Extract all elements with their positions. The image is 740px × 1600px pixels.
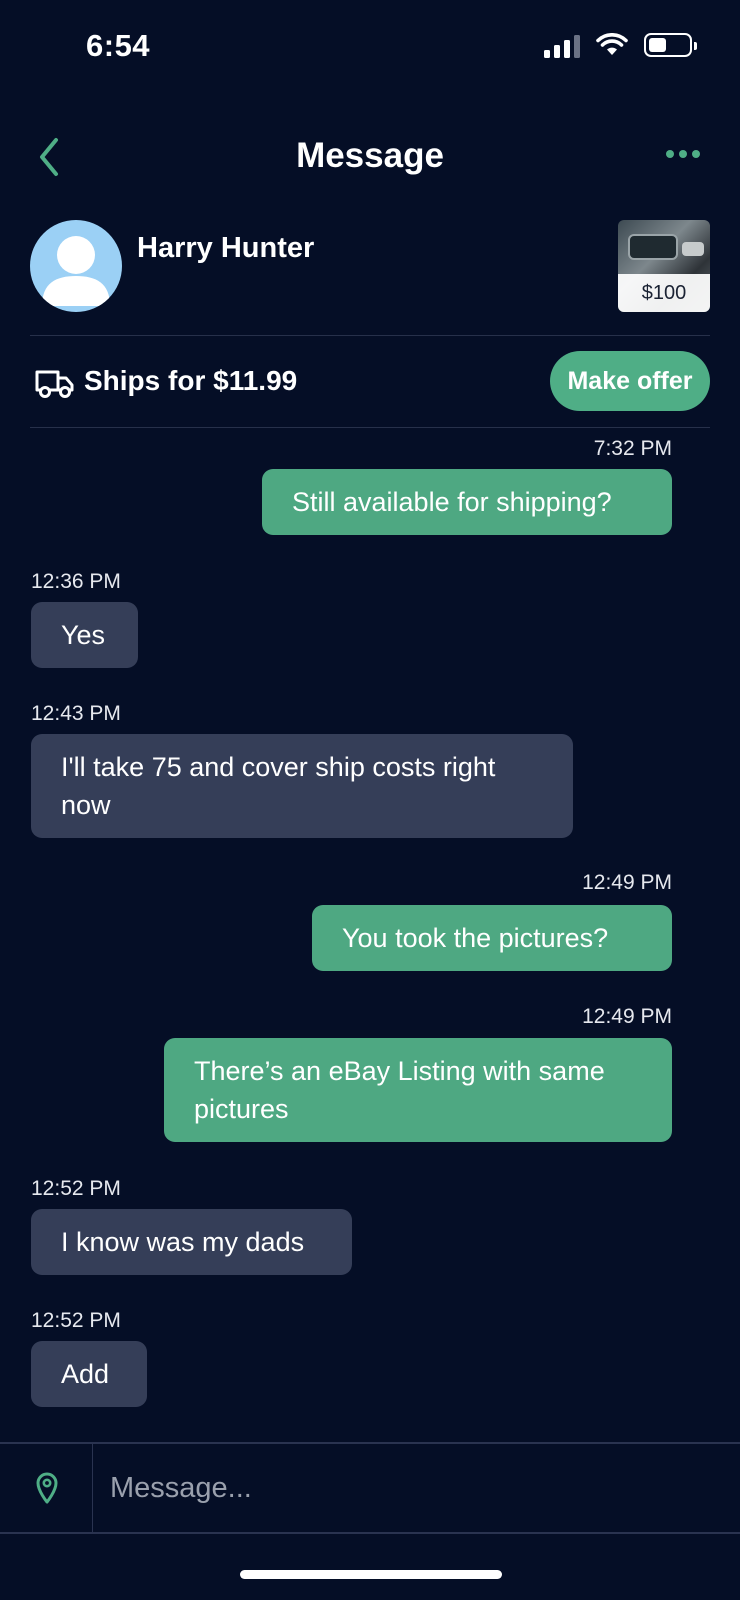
listing-thumbnail[interactable]: $100 xyxy=(618,220,710,312)
message-input[interactable] xyxy=(94,1444,740,1532)
message-timestamp: 12:52 PM xyxy=(31,1309,121,1332)
message-timestamp: 7:32 PM xyxy=(593,437,672,460)
message-bubble-incoming[interactable]: I'll take 75 and cover ship costs right … xyxy=(31,734,573,838)
page-title: Message xyxy=(296,136,444,175)
message-bubble-incoming[interactable]: Yes xyxy=(31,602,138,668)
message-timestamp: 12:36 PM xyxy=(31,570,121,593)
seller-row: Harry Hunter $100 xyxy=(30,220,710,312)
message-bubble-outgoing[interactable]: There’s an eBay Listing with same pictur… xyxy=(164,1038,672,1142)
shipping-text: Ships for $11.99 xyxy=(84,365,298,396)
message-screen: 6:54 Message Harry Hunter $100 Ships for… xyxy=(0,0,740,1600)
message-bubble-incoming[interactable]: Add xyxy=(31,1341,147,1407)
home-indicator[interactable] xyxy=(240,1570,502,1579)
shipping-row: Ships for $11.99 Make offer xyxy=(30,350,710,416)
message-timestamp: 12:52 PM xyxy=(31,1177,121,1200)
message-timestamp: 12:49 PM xyxy=(582,871,672,894)
location-pin-icon xyxy=(36,1472,58,1504)
more-dots-icon xyxy=(666,150,674,158)
signal-icon xyxy=(544,32,580,58)
message-timestamp: 12:49 PM xyxy=(582,1005,672,1028)
message-timestamp: 12:43 PM xyxy=(31,702,121,725)
status-icons xyxy=(544,32,697,58)
message-composer xyxy=(0,1442,740,1534)
listing-photo-detail xyxy=(682,242,704,256)
battery-icon xyxy=(644,33,697,57)
listing-photo xyxy=(628,234,678,260)
listing-price: $100 xyxy=(618,274,710,312)
truck-icon xyxy=(35,370,74,398)
divider xyxy=(30,335,710,336)
make-offer-button[interactable]: Make offer xyxy=(550,351,710,411)
message-thread[interactable]: 7:32 PM Still available for shipping? 12… xyxy=(0,428,740,1442)
message-bubble-incoming[interactable]: I know was my dads xyxy=(31,1209,352,1275)
status-time: 6:54 xyxy=(86,28,151,63)
user-avatar-icon xyxy=(42,236,110,306)
more-options-button[interactable] xyxy=(666,150,700,158)
share-location-button[interactable] xyxy=(0,1444,93,1532)
nav-bar: Message xyxy=(0,120,740,196)
seller-name[interactable]: Harry Hunter xyxy=(137,232,314,265)
message-bubble-outgoing[interactable]: Still available for shipping? xyxy=(262,469,672,535)
status-bar: 6:54 xyxy=(0,0,740,100)
message-bubble-outgoing[interactable]: You took the pictures? xyxy=(312,905,672,971)
wifi-icon xyxy=(596,33,628,55)
avatar[interactable] xyxy=(30,220,122,312)
